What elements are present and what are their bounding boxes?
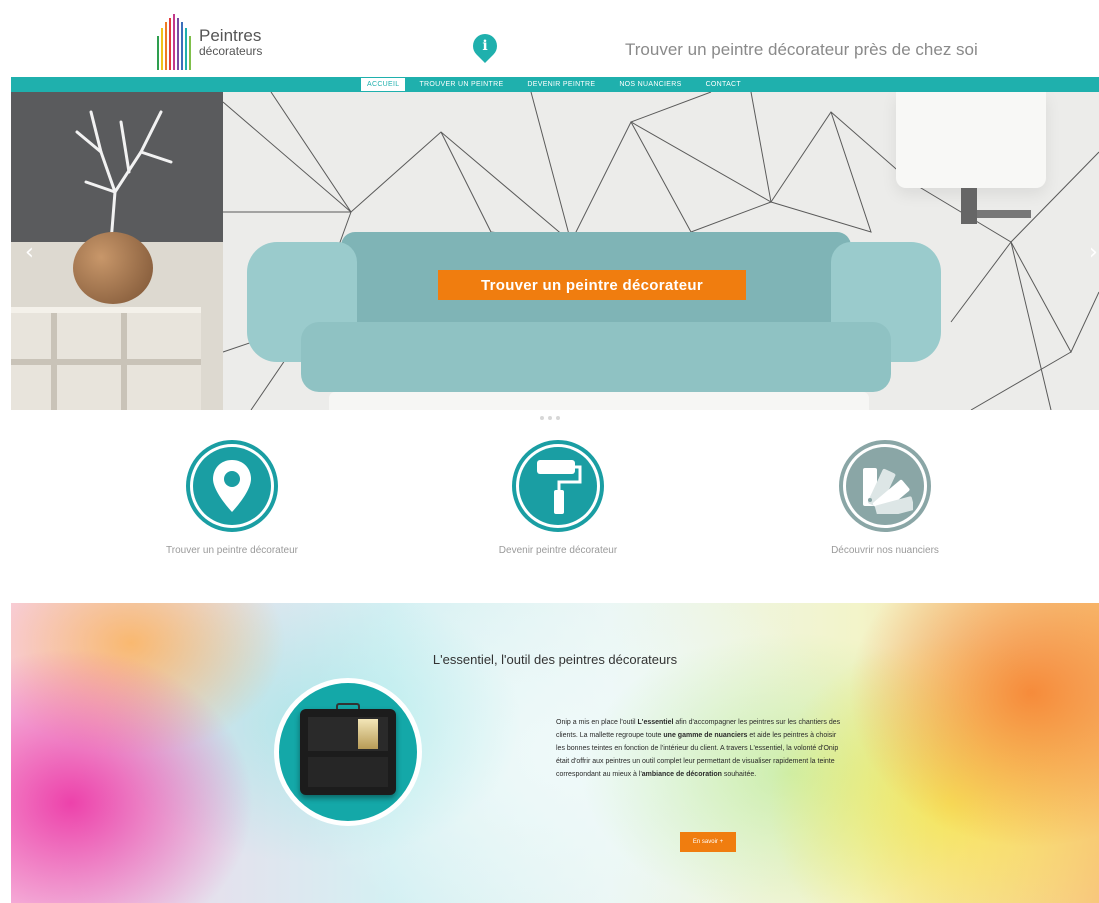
logo-title: Peintres (199, 25, 262, 45)
find-painter-button[interactable]: Trouver un peintre décorateur (438, 270, 746, 300)
banner-text-emphasis: une gamme de nuanciers (663, 732, 748, 739)
banner-text-fragment: souhaitée. (721, 771, 757, 778)
banner-text-fragment: Onip a mis en place l'outil (556, 719, 638, 726)
slider-dots[interactable] (540, 416, 560, 420)
header-tagline: Trouver un peintre décorateur près de ch… (625, 40, 978, 59)
learn-more-button[interactable]: En savoir + (680, 832, 736, 852)
sofa-seat (301, 322, 891, 392)
header: Peintres décorateurs i Trouver un peintr… (0, 0, 1099, 76)
color-swatch-icon (863, 468, 913, 514)
essentiel-banner: L'essentiel, l'outil des peintres décora… (11, 603, 1099, 903)
nav-item-devenir-peintre[interactable]: DEVENIR PEINTRE (527, 81, 595, 88)
nav-item-accueil[interactable]: ACCUEIL (361, 78, 406, 91)
feature-discover-swatches[interactable]: Découvrir nos nuanciers (775, 440, 995, 556)
map-pin-icon (213, 460, 251, 512)
page: Peintres décorateurs i Trouver un peintr… (0, 0, 1099, 903)
lamp-decor (896, 92, 1046, 188)
main-nav: ACCUEIL TROUVER UN PEINTRE DEVENIR PEINT… (11, 77, 1099, 92)
banner-text-emphasis: L'essentiel (637, 719, 674, 726)
coffee-table (329, 392, 869, 410)
feature-find-painter[interactable]: Trouver un peintre décorateur (122, 440, 342, 556)
banner-title: L'essentiel, l'outil des peintres décora… (432, 652, 678, 667)
nav-item-trouver-un-peintre[interactable]: TROUVER UN PEINTRE (419, 81, 503, 88)
slider-prev-icon[interactable]: ‹ (25, 240, 34, 265)
info-icon[interactable]: i (468, 29, 502, 63)
paint-case-icon (300, 703, 396, 795)
feature-label[interactable]: Découvrir nos nuanciers (775, 545, 995, 556)
logo-stripes-icon (157, 14, 191, 70)
feature-label[interactable]: Devenir peintre décorateur (448, 545, 668, 556)
banner-text-emphasis: ambiance de décoration (641, 771, 722, 778)
logo-text: Peintres décorateurs (199, 25, 263, 58)
logo-subtitle: décorateurs (199, 43, 263, 58)
logo[interactable]: Peintres décorateurs (157, 12, 297, 72)
nav-item-nos-nuanciers[interactable]: NOS NUANCIERS (619, 81, 681, 88)
nav-item-contact[interactable]: CONTACT (706, 81, 741, 88)
feature-become-painter[interactable]: Devenir peintre décorateur (448, 440, 668, 556)
feature-label[interactable]: Trouver un peintre décorateur (122, 545, 342, 556)
branch-decor (75, 110, 173, 242)
vase-decor (73, 232, 153, 304)
banner-description: Onip a mis en place l'outil L'essentiel … (556, 716, 846, 781)
slider-next-icon[interactable]: › (1089, 240, 1098, 265)
paint-roller-icon (537, 460, 582, 514)
hero-slider: ‹ › Trouver un peintre décorateur (11, 92, 1099, 410)
essentiel-case-image (274, 678, 422, 826)
